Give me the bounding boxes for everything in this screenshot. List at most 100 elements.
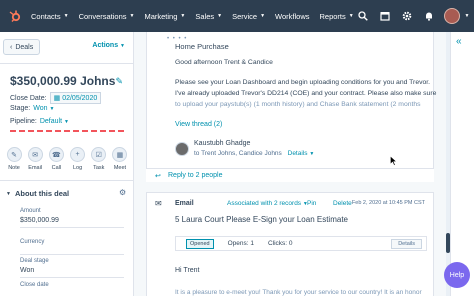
expand-sidebar-icon[interactable]: « [456,36,462,47]
deal-stage-value[interactable]: Won [20,267,34,274]
call-label: Call [51,165,62,171]
details-label: Details [287,150,308,157]
recipients-text: to Trent Johns, Candice Johns [194,150,282,157]
settings-gear-icon[interactable] [396,0,418,32]
task-icon: ☑ [91,147,107,162]
chevron-down-icon: ▼ [64,118,69,125]
divider [0,180,134,181]
chevron-down-icon: ▼ [260,13,266,19]
activity-buttons: ✎ Note ✉ Email ☎ Call + Log ☑ Task ▦ Mee… [4,147,130,171]
hubspot-logo-icon[interactable] [4,0,26,32]
note-icon: ✎ [6,147,22,162]
actions-label: Actions [92,42,119,49]
call-button[interactable]: ☎ Call [46,147,66,171]
opened-badge: Opened [186,238,214,249]
meet-button[interactable]: ▦ Meet [110,147,130,171]
nav-sales[interactable]: Sales ▼ [190,0,227,32]
email-body-line: I've already uploaded Trevor's DD214 (CO… [175,90,437,97]
meet-label: Meet [113,165,127,171]
close-date-field-label: Close date [20,282,49,288]
pipeline-row: Pipeline: Default ▼ [10,118,69,125]
help-label: Help [449,271,465,279]
log-button[interactable]: + Log [68,147,88,171]
close-date-picker[interactable]: ▦ 02/05/2020 [49,92,102,104]
chevron-down-icon: ▼ [63,13,69,19]
email-type-label: Email [175,200,194,207]
tracking-details-button[interactable]: Details [391,239,422,249]
nav-workflows-label: Workflows [275,11,310,21]
phone-icon: ☎ [48,147,64,162]
divider [0,63,134,64]
email-subject: Home Purchase [175,42,229,51]
field-underline [20,254,124,255]
associations-label: Associated with 2 records [227,200,302,207]
actions-dropdown[interactable]: Actions ▼ [92,42,125,49]
nav-reports-label: Reports [319,11,346,21]
opens-count: Opens: 1 [227,240,254,247]
amount-value[interactable]: $350,000.99 [20,217,59,224]
activity-timeline: • • • • Home Purchase Good afternoon Tre… [134,32,446,296]
email-body-line: Good afternoon Trent & Candice [175,59,273,66]
search-icon[interactable] [352,0,374,32]
pipeline-dropdown[interactable]: Default ▼ [40,118,69,125]
email-tracking-bar: Opened Opens: 1 Clicks: 0 Details [175,236,427,251]
recipients-row: to Trent Johns, Candice Johns Details ▼ [194,150,314,157]
notifications-bell-icon[interactable] [418,0,440,32]
pipeline-label: Pipeline: [10,118,37,125]
chevron-down-icon: ▼ [6,190,11,197]
amount-label: Amount [20,208,41,214]
email-button[interactable]: ✉ Email [25,147,45,171]
view-thread-link[interactable]: View thread (2) [175,121,222,128]
reply-link[interactable]: Reply to 2 people [168,172,222,179]
pipeline-progress-dashes [10,130,126,132]
field-underline [20,227,124,228]
stage-dropdown[interactable]: Won ▼ [33,105,54,112]
nav-contacts[interactable]: Contacts ▼ [26,0,74,32]
deal-name: $350,000.99 Johns [10,74,116,88]
nav-conversations[interactable]: Conversations ▼ [74,0,140,32]
nav-service[interactable]: Service ▼ [227,0,270,32]
back-to-deals-button[interactable]: ‹ Deals [3,39,41,55]
chevron-down-icon: ▼ [309,151,315,157]
calendar-icon: ▦ [112,147,128,162]
email-body-line: to upload your paystub(s) (1 month histo… [175,101,421,108]
nav-utility-icons: ▼ [352,0,474,32]
right-sidebar-collapsed: « [450,32,474,296]
clicks-count: Clicks: 0 [267,240,293,247]
sender-name: Kaustubh Ghadge [194,140,251,147]
stage-value: Won [33,105,48,112]
nav-service-label: Service [232,11,258,21]
nav-workflows[interactable]: Workflows [270,0,314,32]
about-settings-gear-icon[interactable]: ⚙ [119,188,126,197]
deal-sidebar: ‹ Deals Actions ▼ $350,000.99 Johns ✎ Cl… [0,32,134,296]
chevron-left-icon: ‹ [10,43,13,51]
note-button[interactable]: ✎ Note [4,147,24,171]
back-label: Deals [15,43,34,51]
reply-bar: ↩ Reply to 2 people [146,168,434,182]
close-date-label: Close Date: [10,94,47,102]
help-button[interactable]: Help [444,262,470,288]
pin-link[interactable]: Pin [307,200,316,207]
log-label: Log [72,165,83,171]
email-timestamp: Feb 2, 2020 at 10:45 PM CST [351,200,425,206]
email-greeting: Hi Trent [175,267,200,274]
associations-dropdown[interactable]: Associated with 2 records ▼ [227,200,308,207]
nav-marketing[interactable]: Marketing ▼ [139,0,190,32]
nav-conversations-label: Conversations [78,11,127,21]
about-label: About this deal [14,189,70,198]
task-button[interactable]: ☑ Task [89,147,109,171]
user-avatar[interactable] [444,8,460,24]
edit-pencil-icon[interactable]: ✎ [115,76,123,87]
about-section-toggle[interactable]: ▼ About this deal [6,189,69,198]
marketplace-icon[interactable] [374,0,396,32]
email-label: Email [28,165,43,171]
task-label: Task [93,165,105,171]
email-envelope-icon: ✉ [155,199,162,208]
account-chevron-icon[interactable]: ▼ [460,0,474,32]
chevron-down-icon: ▼ [129,13,135,19]
stage-label: Stage: [10,105,31,112]
close-date-row: Close Date: ▦ 02/05/2020 [10,92,102,104]
delete-link[interactable]: Delete [333,200,352,207]
chevron-down-icon: ▼ [49,105,55,112]
details-dropdown[interactable]: Details ▼ [288,150,315,157]
